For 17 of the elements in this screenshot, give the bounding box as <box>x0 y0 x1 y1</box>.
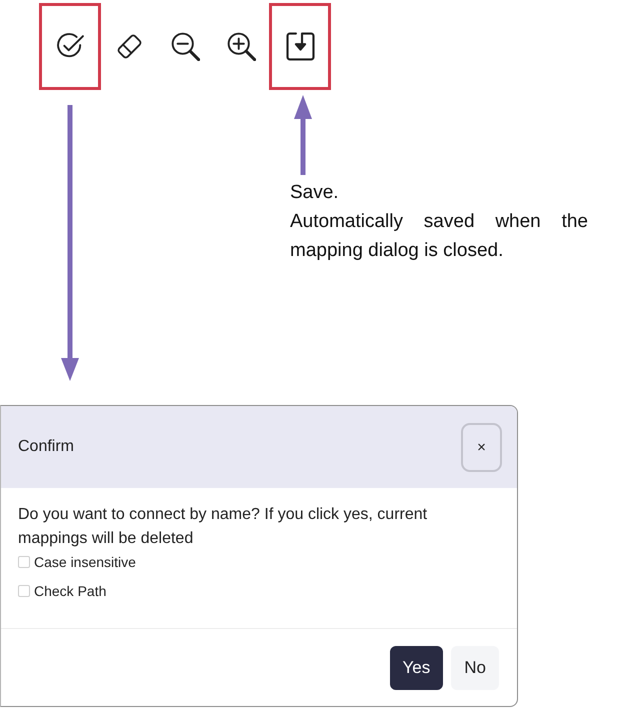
box-arrow-icon <box>286 32 314 61</box>
eraser-icon <box>114 32 144 61</box>
yes-button[interactable]: Yes <box>390 646 444 690</box>
checkbox[interactable] <box>18 585 30 597</box>
zoom-in-icon <box>226 32 256 61</box>
annotation-text: Save. <box>290 181 340 205</box>
close-button[interactable]: × <box>461 422 502 472</box>
checkbox-label: Case insensitive <box>34 552 136 572</box>
annotation-text: Automatically saved when the mapping dialog is closed. <box>290 210 588 263</box>
zoom-out-icon <box>170 32 200 61</box>
checkbox[interactable] <box>18 556 30 568</box>
toolbar-button[interactable] <box>269 3 331 90</box>
dialog-message: Do you want to connect by name? If you click yes, current mappings will be deleted <box>18 505 428 549</box>
checkbox-label: Check Path <box>34 582 106 600</box>
no-button[interactable]: No <box>451 646 499 690</box>
dialog-title: Confirm <box>18 437 74 457</box>
toolbar-button[interactable] <box>39 3 101 90</box>
